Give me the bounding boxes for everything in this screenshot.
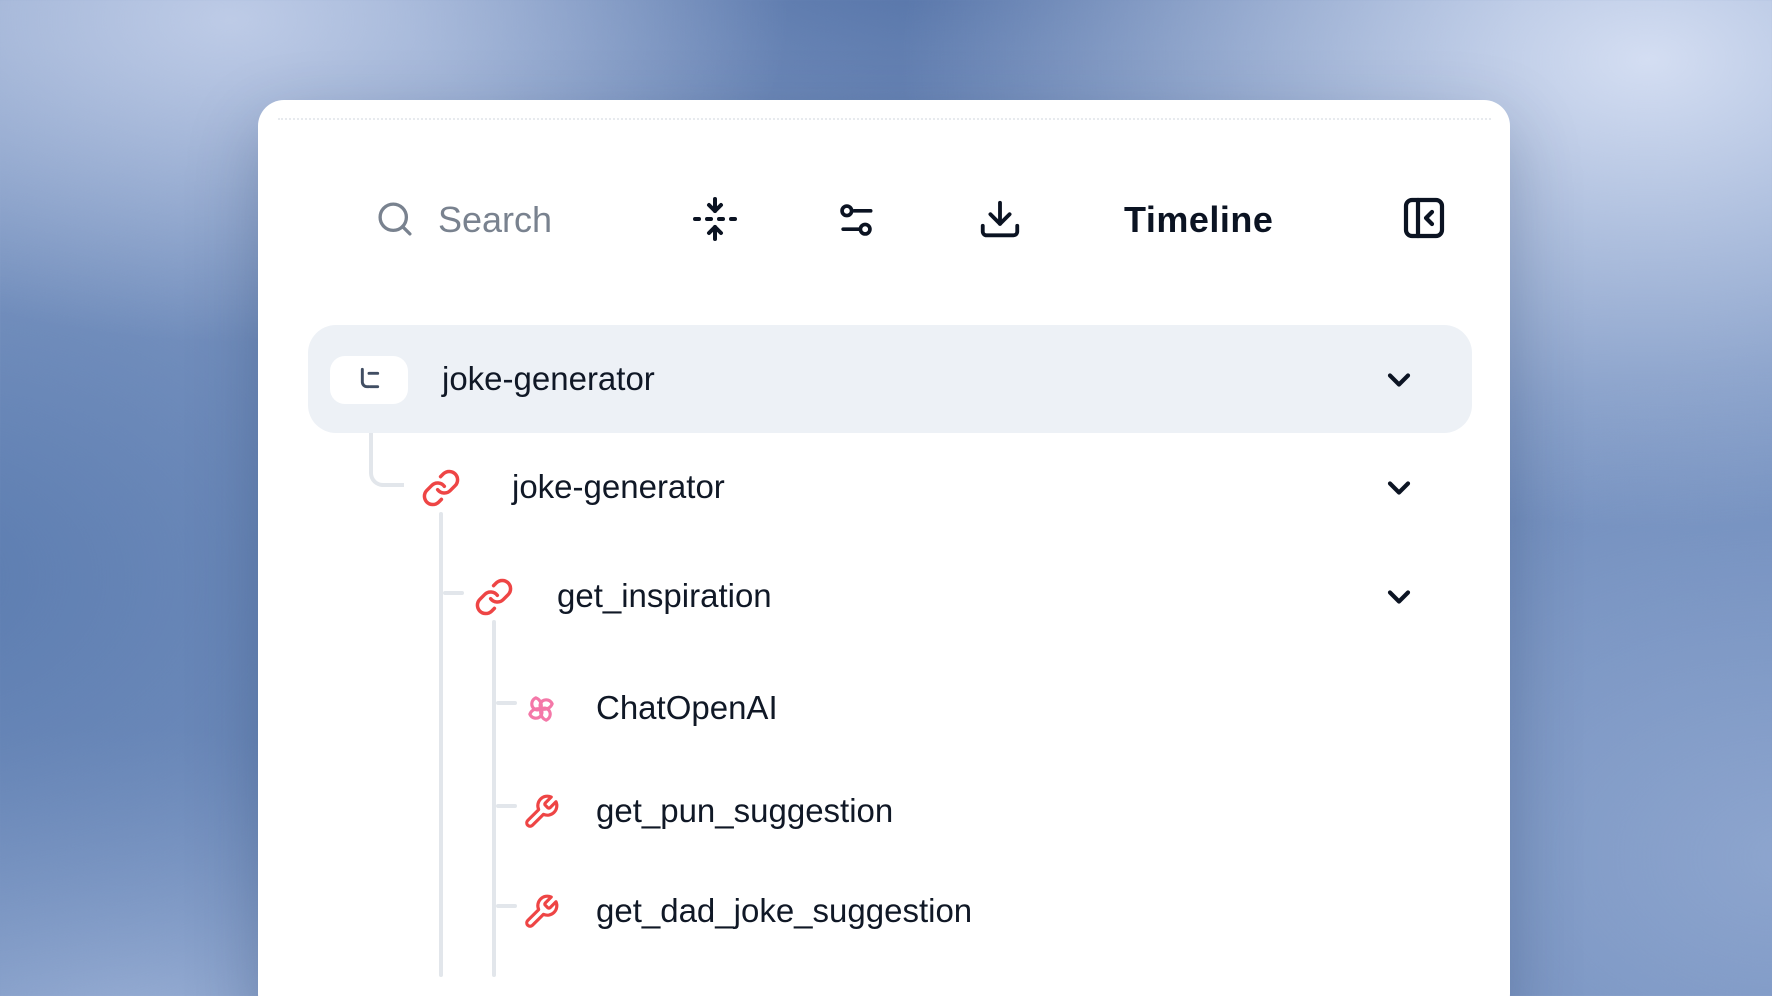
filter-sliders-icon[interactable] xyxy=(834,198,878,242)
chain-link-icon xyxy=(421,468,461,508)
fold-vertical-icon[interactable] xyxy=(691,195,739,243)
tree-row-label: joke-generator xyxy=(512,468,725,506)
trace-panel: Search Timeline xyxy=(258,100,1510,996)
trace-tree-icon xyxy=(353,364,385,396)
desktop-background: { "toolbar": { "search_label": "Search",… xyxy=(0,0,1772,996)
tool-wrench-icon xyxy=(522,893,560,931)
chevron-down-icon[interactable] xyxy=(1381,579,1417,615)
tree-row-label: get_dad_joke_suggestion xyxy=(596,892,972,930)
download-icon[interactable] xyxy=(977,197,1023,243)
chevron-down-icon[interactable] xyxy=(1381,470,1417,506)
trace-tree-icon-pill xyxy=(330,356,408,404)
tree-connector-tick xyxy=(496,904,517,908)
chevron-down-icon[interactable] xyxy=(1381,362,1417,398)
search-input[interactable]: Search xyxy=(438,199,552,241)
panel-top-divider xyxy=(278,118,1491,120)
tree-connector-tick xyxy=(496,804,517,808)
search-icon[interactable] xyxy=(374,198,416,240)
chain-link-icon xyxy=(474,577,514,617)
tree-row-label: joke-generator xyxy=(442,360,655,398)
tree-row-label: get_inspiration xyxy=(557,577,772,615)
tree-connector-line xyxy=(492,620,496,977)
panel-collapse-left-icon[interactable] xyxy=(1400,194,1448,242)
llm-pinwheel-icon xyxy=(521,689,561,729)
tree-connector-tick xyxy=(496,701,517,705)
tree-connector-line xyxy=(439,512,443,977)
tool-wrench-icon xyxy=(522,793,560,831)
timeline-toggle[interactable]: Timeline xyxy=(1124,199,1273,241)
tree-row-label: get_pun_suggestion xyxy=(596,792,893,830)
tree-row-label: ChatOpenAI xyxy=(596,689,778,727)
tree-connector-tick xyxy=(443,591,464,595)
